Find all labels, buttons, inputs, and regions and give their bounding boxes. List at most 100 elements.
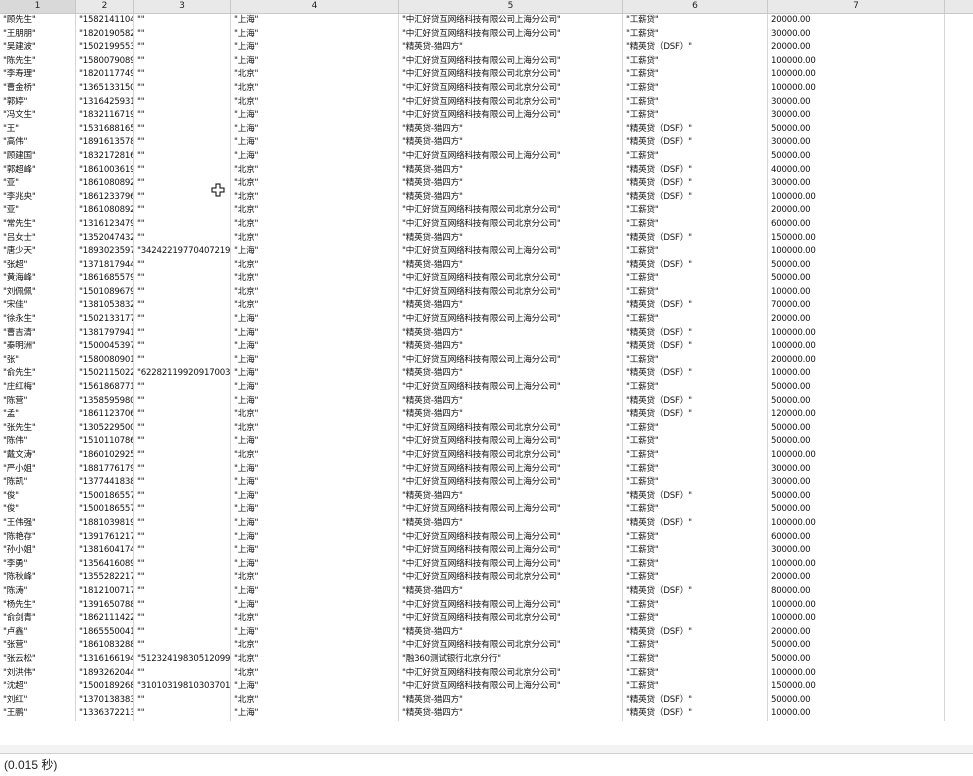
table-cell[interactable]: 100000.00 xyxy=(768,612,945,626)
table-cell[interactable]: "中汇好贷互网络科技有限公司北京分公司" xyxy=(399,95,623,110)
table-cell[interactable]: "王朋朋" xyxy=(0,27,76,42)
table-cell[interactable]: "精英贷-猎四方" xyxy=(399,367,623,382)
table-cell[interactable]: 50000.00 xyxy=(768,394,945,409)
table-cell[interactable]: "" xyxy=(134,476,231,490)
table-cell[interactable]: "北京" xyxy=(231,177,399,191)
table-cell[interactable]: 150000.00 xyxy=(768,680,945,694)
table-cell[interactable]: 50000.00 xyxy=(768,122,945,137)
table-cell[interactable]: "上海" xyxy=(231,340,399,354)
table-cell[interactable]: "中汇好贷互网络科技有限公司北京分公司" xyxy=(399,571,623,585)
table-cell[interactable]: "陈艳存" xyxy=(0,530,76,545)
table-cell[interactable]: "1580080901" xyxy=(76,353,134,368)
table-cell[interactable]: "精英贷（DSF）" xyxy=(623,408,768,422)
table-cell[interactable]: "精英贷（DSF）" xyxy=(623,489,768,504)
table-cell[interactable]: "工薪贷" xyxy=(623,462,768,477)
table-cell[interactable]: "沈超" xyxy=(0,680,76,694)
table-cell[interactable]: "黄海峰" xyxy=(0,272,76,286)
table-cell[interactable]: "上海" xyxy=(231,489,399,504)
table-cell[interactable]: 50000.00 xyxy=(768,693,945,708)
table-row[interactable]: "亚" "1861080892" "" "北京" "精英贷-猎四方" "精英贷（DSF）"… xyxy=(0,177,973,191)
table-cell[interactable]: "1381604174" xyxy=(76,544,134,558)
table-cell[interactable]: "俊" xyxy=(0,503,76,517)
table-cell[interactable]: "中汇好贷互网络科技有限公司上海分公司" xyxy=(399,109,623,123)
table-cell[interactable]: "" xyxy=(134,584,231,599)
table-cell[interactable]: "工薪贷" xyxy=(623,109,768,123)
table-cell[interactable]: 100000.00 xyxy=(768,666,945,681)
table-cell[interactable]: "" xyxy=(134,272,231,286)
table-cell[interactable]: "精英贷-猎四方" xyxy=(399,693,623,708)
table-row[interactable]: "庄红梅" "1561868771" "" "上海" "中汇好贷互网络科技有限公司上海分… xyxy=(0,381,973,395)
table-cell[interactable]: "" xyxy=(134,41,231,55)
table-cell[interactable]: "北京" xyxy=(231,299,399,314)
table-cell[interactable]: "北京" xyxy=(231,204,399,218)
table-cell[interactable]: "北京" xyxy=(231,285,399,300)
table-cell[interactable]: "上海" xyxy=(231,381,399,395)
table-cell[interactable]: "上海" xyxy=(231,530,399,545)
table-cell[interactable]: "1352047432" xyxy=(76,231,134,246)
table-cell[interactable]: "工薪贷" xyxy=(623,313,768,327)
table-cell[interactable]: "上海" xyxy=(231,557,399,572)
table-cell[interactable]: "1391761217" xyxy=(76,530,134,545)
table-cell[interactable]: "精英贷-猎四方" xyxy=(399,489,623,504)
table-cell[interactable]: "陈涛" xyxy=(0,584,76,599)
table-cell[interactable]: "中汇好贷互网络科技有限公司北京分公司" xyxy=(399,639,623,653)
table-cell[interactable]: "上海" xyxy=(231,136,399,150)
table-cell[interactable]: "精英贷-猎四方" xyxy=(399,136,623,150)
table-cell[interactable]: "上海" xyxy=(231,353,399,368)
table-cell[interactable]: "北京" xyxy=(231,666,399,681)
table-cell[interactable]: "工薪贷" xyxy=(623,680,768,694)
table-row[interactable]: "刘佩佩" "1501089679" "" "北京" "中汇好贷互网络科技有限公司北京分… xyxy=(0,285,973,300)
table-cell[interactable]: "工薪贷" xyxy=(623,666,768,681)
table-cell[interactable]: "" xyxy=(134,598,231,613)
table-cell[interactable]: "1365133150" xyxy=(76,81,134,96)
table-row[interactable]: "杨先生" "1391650788" "" "上海" "中汇好贷互网络科技有限公司上海分… xyxy=(0,598,973,613)
table-cell[interactable]: "陈秋峰" xyxy=(0,571,76,585)
column-header-2[interactable]: 2 xyxy=(76,0,134,13)
table-cell[interactable]: "曹金桥" xyxy=(0,81,76,96)
table-row[interactable]: "俞剑青" "1862111422" "" "北京" "中汇好贷互网络科技有限公司北京分… xyxy=(0,612,973,626)
table-row[interactable]: "陈凯" "1377441838" "" "上海" "中汇好贷互网络科技有限公司上海分公… xyxy=(0,476,973,490)
table-cell[interactable]: "" xyxy=(134,163,231,178)
table-cell[interactable]: "精英贷（DSF）" xyxy=(623,693,768,708)
table-cell[interactable]: "工薪贷" xyxy=(623,285,768,300)
table-cell[interactable]: "李勇" xyxy=(0,557,76,572)
table-cell[interactable]: 50000.00 xyxy=(768,503,945,517)
table-cell[interactable]: "精英贷（DSF）" xyxy=(623,516,768,531)
table-row[interactable]: "陈营" "1358595980" "" "上海" "精英贷-猎四方" "精英贷（DSF）… xyxy=(0,394,973,409)
table-cell[interactable]: "北京" xyxy=(231,272,399,286)
table-row[interactable]: "卢鑫" "1865550041" "" "上海" "精英贷-猎四方" "精英贷（DSF）… xyxy=(0,625,973,640)
table-cell[interactable]: 100000.00 xyxy=(768,340,945,354)
table-cell[interactable]: "精英贷（DSF）" xyxy=(623,122,768,137)
table-cell[interactable]: 100000.00 xyxy=(768,516,945,531)
table-cell[interactable]: "刘佩佩" xyxy=(0,285,76,300)
table-cell[interactable]: 100000.00 xyxy=(768,598,945,613)
table-cell[interactable]: "冯文生" xyxy=(0,109,76,123)
table-cell[interactable]: "北京" xyxy=(231,612,399,626)
table-cell[interactable]: "1500045397" xyxy=(76,340,134,354)
table-row[interactable]: "陈伟" "1510110786" "" "上海" "中汇好贷互网络科技有限公司上海分公… xyxy=(0,435,973,449)
table-cell[interactable]: "精英贷（DSF）" xyxy=(623,190,768,205)
table-cell[interactable]: 50000.00 xyxy=(768,435,945,449)
table-cell[interactable]: "工薪贷" xyxy=(623,435,768,449)
table-cell[interactable]: "1881039819" xyxy=(76,516,134,531)
table-cell[interactable]: 100000.00 xyxy=(768,245,945,259)
table-row[interactable]: "郭婷" "1316425931" "" "北京" "中汇好贷互网络科技有限公司北京分公… xyxy=(0,95,973,110)
table-cell[interactable]: "1316425931" xyxy=(76,95,134,110)
table-cell[interactable]: "" xyxy=(134,693,231,708)
table-row[interactable]: "张超" "1371817944" "" "北京" "精英贷-猎四方" "精英贷（DSF）… xyxy=(0,258,973,273)
table-cell[interactable]: "1861080892" xyxy=(76,177,134,191)
table-row[interactable]: "曹金桥" "1365133150" "" "北京" "中汇好贷互网络科技有限公司北京分… xyxy=(0,81,973,96)
table-cell[interactable]: "工薪贷" xyxy=(623,544,768,558)
table-cell[interactable]: "高伟" xyxy=(0,136,76,150)
table-cell[interactable]: "上海" xyxy=(231,54,399,69)
table-cell[interactable]: "中汇好贷互网络科技有限公司上海分公司" xyxy=(399,462,623,477)
table-cell[interactable]: "上海" xyxy=(231,14,399,28)
table-cell[interactable]: "" xyxy=(134,544,231,558)
table-cell[interactable]: "" xyxy=(134,557,231,572)
table-cell[interactable]: "王" xyxy=(0,122,76,137)
table-cell[interactable]: "1305229500" xyxy=(76,421,134,436)
table-cell[interactable]: "中汇好贷互网络科技有限公司上海分公司" xyxy=(399,381,623,395)
table-cell[interactable]: "精英贷（DSF）" xyxy=(623,367,768,382)
table-cell[interactable]: "1356416089" xyxy=(76,557,134,572)
table-cell[interactable]: "上海" xyxy=(231,516,399,531)
